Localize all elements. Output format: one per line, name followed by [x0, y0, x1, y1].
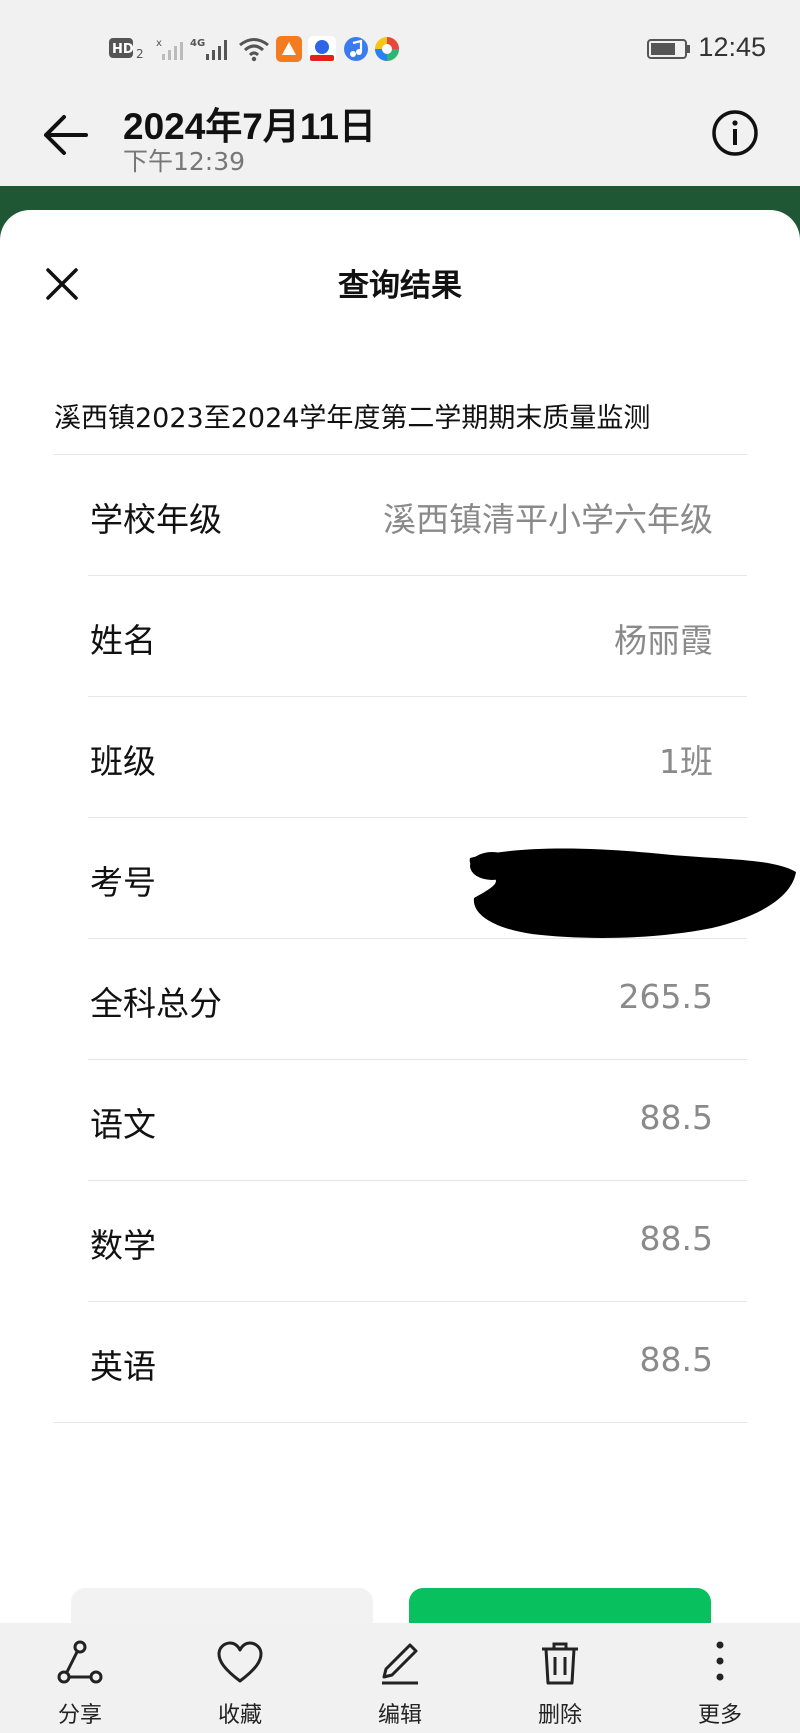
row-label: 英语 [90, 1347, 156, 1386]
row-value: 1班 [659, 742, 713, 781]
pencil-icon [382, 1643, 418, 1685]
row-total-score: 全科总分 265.5 [88, 939, 747, 1060]
app-icon-colorful [375, 37, 399, 61]
toolbar-label: 删除 [537, 1703, 582, 1728]
row-label: 考号 [90, 863, 156, 902]
page-subtitle: 下午12:39 [123, 147, 246, 176]
share-button[interactable]: 分享 [20, 1623, 140, 1733]
svg-text:4G: 4G [190, 38, 205, 49]
battery-icon [647, 39, 690, 59]
toolbar-label: 编辑 [377, 1703, 422, 1728]
row-value: 88.5 [639, 1098, 713, 1137]
signal-4g-icon: 4G [190, 38, 227, 60]
divider [54, 1422, 747, 1423]
status-time: 12:45 [698, 32, 766, 62]
row-label: 语文 [90, 1105, 156, 1144]
row-label: 数学 [90, 1226, 156, 1265]
toolbar-label: 分享 [57, 1703, 102, 1728]
row-label: 姓名 [90, 621, 156, 660]
toolbar-label: 收藏 [217, 1703, 262, 1728]
row-name: 姓名 杨丽霞 [88, 576, 747, 697]
redaction-scribble [469, 848, 796, 938]
svg-text:HD: HD [112, 42, 134, 57]
share-icon [57, 1640, 103, 1684]
favorite-button[interactable]: 收藏 [180, 1623, 300, 1733]
heart-icon [217, 1641, 263, 1683]
svg-text:x: x [156, 38, 162, 49]
hd-2-icon: HD 2 [109, 38, 144, 61]
trash-icon [542, 1642, 578, 1685]
row-class: 班级 1班 [88, 697, 747, 818]
row-school-grade: 学校年级 溪西镇清平小学六年级 [88, 455, 747, 576]
music-icon [344, 37, 368, 61]
svg-text:2: 2 [136, 47, 144, 61]
row-value: 溪西镇清平小学六年级 [383, 500, 713, 539]
row-value: 88.5 [639, 1340, 713, 1379]
row-value: 杨丽霞 [614, 621, 713, 660]
bottom-toolbar: 分享 收藏 编辑 删除 更多 [0, 1623, 800, 1733]
row-math: 数学 88.5 [88, 1181, 747, 1302]
more-vertical-icon [716, 1641, 724, 1681]
row-label: 班级 [90, 742, 156, 781]
row-english: 英语 88.5 [88, 1302, 747, 1423]
header: 2024年7月11日 下午12:39 [0, 96, 800, 188]
signal-1-icon: x [156, 38, 183, 60]
more-button[interactable]: 更多 [660, 1623, 780, 1733]
row-label: 全科总分 [90, 984, 222, 1023]
wifi-icon [239, 38, 269, 62]
row-label: 学校年级 [90, 500, 222, 539]
sheet-title: 查询结果 [338, 268, 462, 304]
result-sheet: 查询结果 溪西镇2023至2024学年度第二学期期末质量监测 学校年级 溪西镇清… [0, 210, 800, 1733]
row-chinese: 语文 88.5 [88, 1060, 747, 1181]
app-icon-orange [276, 36, 302, 62]
row-value: 265.5 [618, 977, 713, 1016]
delete-button[interactable]: 删除 [500, 1623, 620, 1733]
info-icon[interactable] [711, 109, 759, 157]
close-icon[interactable] [42, 264, 82, 304]
edit-button[interactable]: 编辑 [340, 1623, 460, 1733]
toolbar-label: 更多 [697, 1703, 742, 1728]
status-bar: HD 2 x 4G 12:45 [0, 0, 800, 96]
arrow-left-icon[interactable] [38, 108, 92, 162]
exam-name: 溪西镇2023至2024学年度第二学期期末质量监测 [54, 403, 651, 434]
row-value: 88.5 [639, 1219, 713, 1258]
baidu-icon [308, 36, 336, 62]
